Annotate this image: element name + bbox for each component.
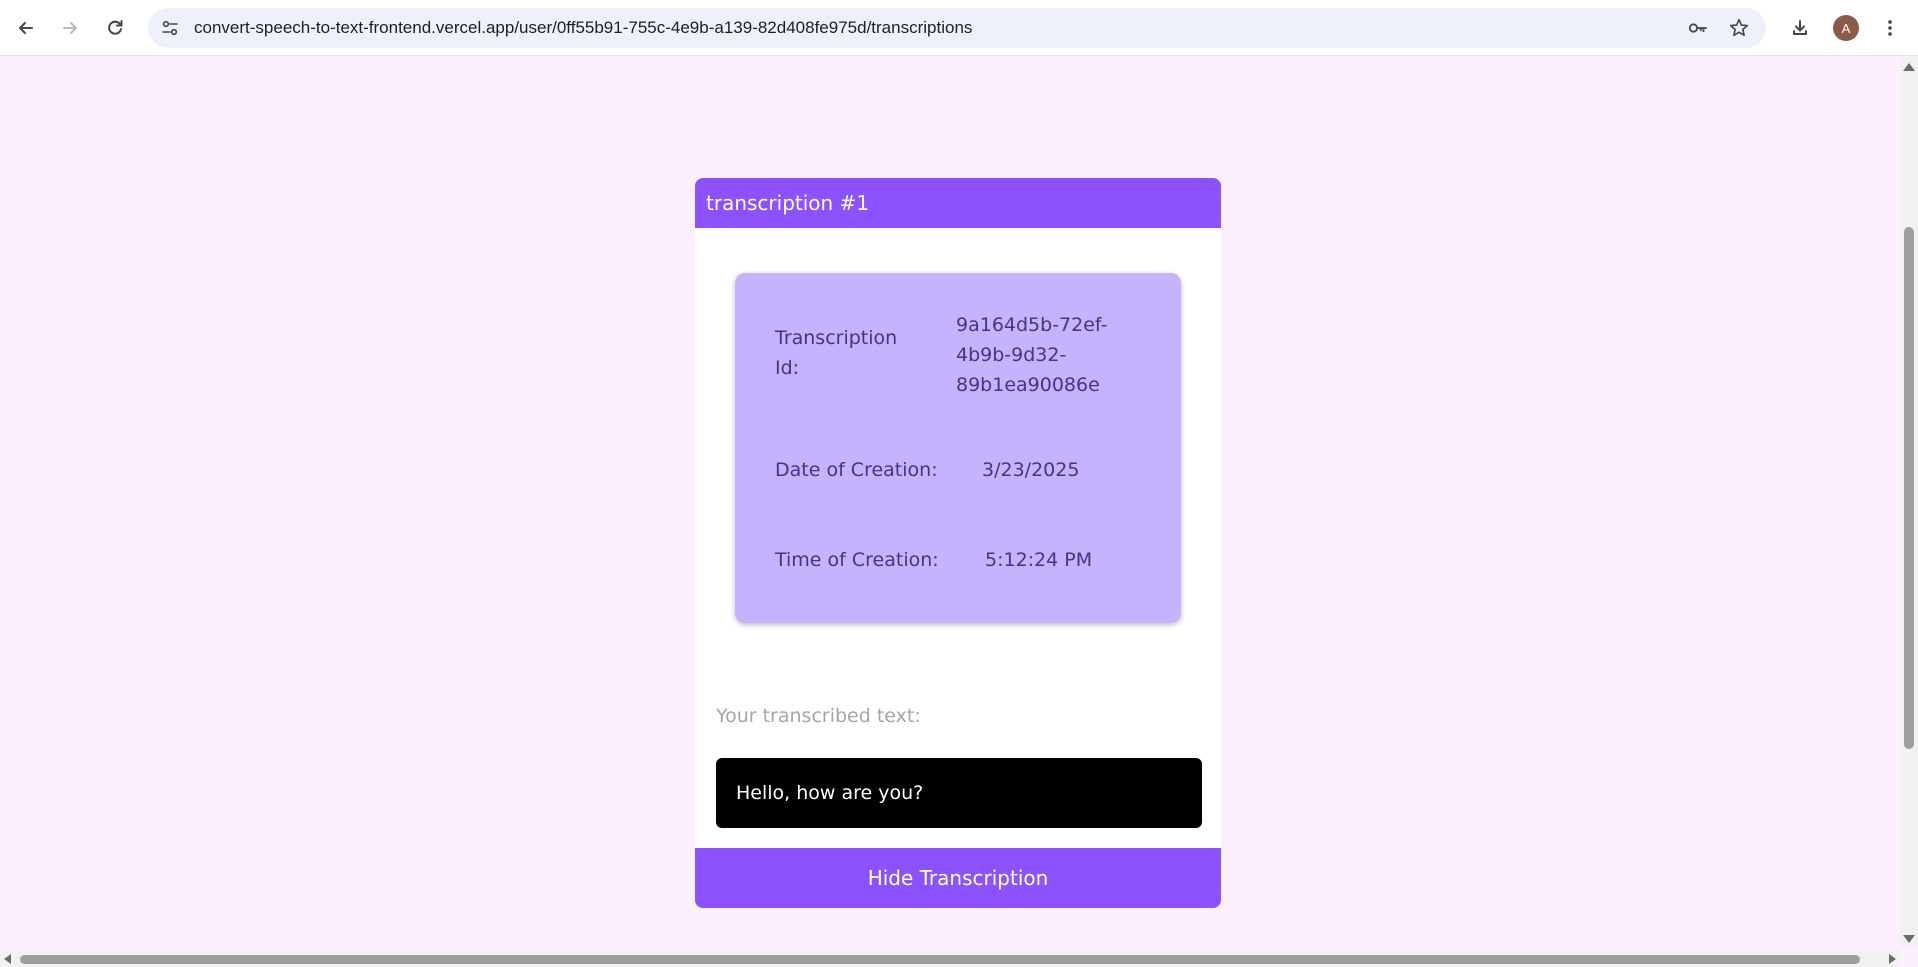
transcribed-text-label: Your transcribed text:: [716, 705, 921, 727]
time-value: 5:12:24 PM: [985, 549, 1093, 571]
scroll-left-arrow-icon[interactable]: [4, 954, 11, 964]
time-label: Time of Creation:: [775, 549, 939, 571]
id-value-line1: 9a164d5b-72ef-: [956, 314, 1108, 336]
reload-icon[interactable]: [99, 12, 131, 44]
transcription-details: Transcription Id: 9a164d5b-72ef- 4b9b-9d…: [735, 273, 1181, 623]
id-label-line1: Transcription: [775, 327, 898, 349]
vertical-scroll-thumb[interactable]: [1904, 227, 1914, 749]
horizontal-scrollbar[interactable]: [0, 951, 1900, 967]
scroll-down-arrow-icon[interactable]: [1903, 935, 1915, 943]
date-label: Date of Creation:: [775, 459, 938, 481]
profile-avatar[interactable]: A: [1833, 15, 1859, 41]
star-icon[interactable]: [1727, 16, 1751, 40]
scroll-right-arrow-icon[interactable]: [1889, 954, 1896, 964]
id-value-line2: 4b9b-9d32-: [956, 344, 1067, 366]
hide-transcription-button[interactable]: Hide Transcription: [695, 848, 1221, 908]
date-value: 3/23/2025: [982, 459, 1080, 481]
site-settings-icon[interactable]: [158, 16, 182, 40]
card-title: transcription #1: [695, 178, 1221, 228]
key-icon[interactable]: [1686, 16, 1710, 40]
id-label-line2: Id:: [775, 357, 800, 379]
vertical-scrollbar[interactable]: [1900, 57, 1918, 947]
id-value-line3: 89b1ea90086e: [956, 374, 1100, 396]
url-text[interactable]: convert-speech-to-text-frontend.vercel.a…: [194, 8, 972, 48]
forward-icon[interactable]: [54, 12, 86, 44]
download-icon[interactable]: [1784, 12, 1816, 44]
back-icon[interactable]: [10, 12, 42, 44]
transcribed-text: Hello, how are you?: [716, 758, 1202, 828]
address-bar[interactable]: convert-speech-to-text-frontend.vercel.a…: [148, 8, 1766, 48]
scroll-up-arrow-icon[interactable]: [1903, 63, 1915, 71]
browser-toolbar: convert-speech-to-text-frontend.vercel.a…: [0, 0, 1918, 56]
transcription-card: transcription #1 Transcription Id: 9a164…: [695, 178, 1221, 908]
kebab-menu-icon[interactable]: [1874, 12, 1906, 44]
horizontal-scroll-thumb[interactable]: [20, 955, 1860, 964]
